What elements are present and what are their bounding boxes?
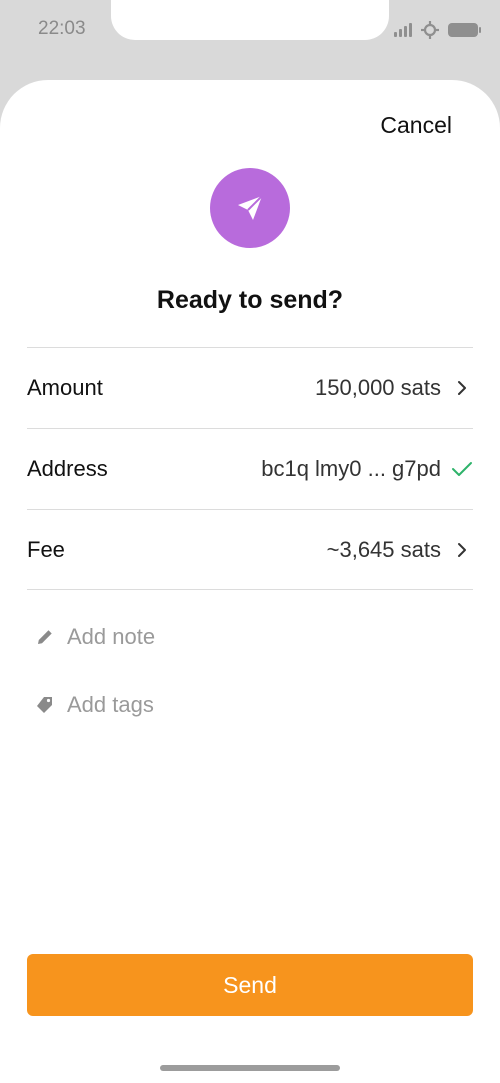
page-title: Ready to send? <box>156 286 344 314</box>
send-sheet: Cancel Ready to send? Amount 150,000 sat… <box>0 80 500 1083</box>
add-tags-label: Add tags <box>67 692 154 717</box>
check-icon <box>451 460 473 478</box>
status-time: 22:03 <box>38 18 86 39</box>
fee-row[interactable]: Fee ~3,645 sats <box>27 509 473 590</box>
pencil-icon <box>38 630 52 644</box>
amount-row[interactable]: Amount 150,000 sats <box>27 347 473 428</box>
send-arrow-icon <box>238 195 263 220</box>
add-note-button[interactable]: Add note <box>35 624 155 650</box>
summary-list: Amount 150,000 sats Address bc1q lmy0 ..… <box>27 347 473 590</box>
chevron-right-icon <box>451 541 473 559</box>
address-value: bc1q lmy0 ... g7pd <box>261 456 441 481</box>
fee-value: ~3,645 sats <box>326 536 441 562</box>
chevron-right-icon <box>451 379 473 397</box>
amount-value: 150,000 sats <box>315 375 441 400</box>
add-tags-button[interactable]: Add tags <box>35 692 154 718</box>
signal-icon <box>394 23 412 37</box>
fee-label: Fee <box>27 536 65 562</box>
address-label: Address <box>27 456 108 481</box>
cancel-button[interactable]: Cancel <box>380 112 452 139</box>
send-button[interactable]: Send <box>27 954 473 1016</box>
home-indicator <box>160 1065 340 1071</box>
tag-icon <box>37 697 52 713</box>
location-icon <box>421 21 439 39</box>
status-bar: 22:03 <box>0 0 500 80</box>
device-notch <box>111 0 389 40</box>
add-note-label: Add note <box>67 624 156 649</box>
address-row[interactable]: Address bc1q lmy0 ... g7pd <box>27 428 473 509</box>
battery-icon <box>448 23 481 37</box>
send-badge <box>210 168 290 248</box>
amount-label: Amount <box>27 375 103 400</box>
status-icons <box>394 20 481 40</box>
